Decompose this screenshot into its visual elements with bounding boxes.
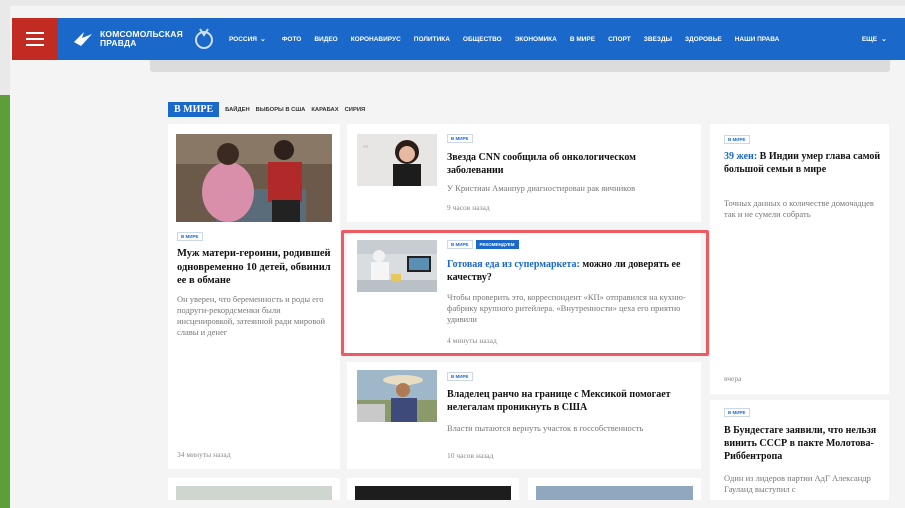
menu-button[interactable]: [12, 18, 58, 60]
side-strip: [0, 95, 10, 508]
top-navigation-bar: Комсомольская Правда Россия ⌄ Фото Видео…: [12, 18, 905, 60]
chevron-down-icon: ⌄: [259, 36, 266, 43]
article-headline[interactable]: В Бундестаге заявили, что нельзя винить …: [724, 424, 884, 463]
article-summary: Точных данных о количестве домочадцев та…: [724, 198, 874, 219]
topic-tag[interactable]: Сирия: [345, 107, 366, 113]
article-time: 34 минуты назад: [177, 450, 231, 459]
article-photo: [176, 134, 332, 222]
nav-item-society[interactable]: Общество: [463, 36, 502, 43]
article-summary: У Кристиан Аманпур диагностирован рак яи…: [447, 183, 636, 193]
nav-item-rights[interactable]: Наши права: [735, 36, 780, 43]
article-headline[interactable]: Владелец ранчо на границе с Мексикой пом…: [447, 388, 687, 414]
logo-text: Комсомольская Правда: [100, 29, 183, 48]
article-photo: [357, 370, 437, 422]
topic-tag[interactable]: Выборы в США: [256, 107, 306, 113]
svg-text:ex: ex: [363, 144, 369, 150]
site-logo[interactable]: Комсомольская Правда: [72, 28, 183, 50]
chevron-down-icon: ⌄: [881, 36, 887, 43]
headline-accent: Готовая еда из супермаркета:: [447, 259, 580, 270]
category-label[interactable]: В мире: [447, 372, 473, 381]
news-card[interactable]: В мире 39 жен: В Индии умер глава самой …: [710, 124, 889, 394]
hamburger-icon: [26, 44, 44, 46]
category-label[interactable]: В мире: [724, 135, 750, 144]
article-headline[interactable]: Звезда CNN сообщила об онкологическом за…: [447, 151, 687, 177]
topic-tag[interactable]: Карабах: [311, 107, 338, 113]
region-selector[interactable]: Россия ⌄: [229, 35, 266, 44]
article-time: 4 минуты назад: [447, 336, 497, 345]
news-card[interactable]: В мире В Бундестаге заявили, что нельзя …: [710, 400, 889, 500]
news-card-large[interactable]: В мире Муж матери-героини, родившей одно…: [168, 124, 340, 469]
section-title[interactable]: В МИРЕ: [168, 102, 220, 117]
nav-item-coronavirus[interactable]: Коронавирус: [351, 36, 401, 43]
nav-item-politics[interactable]: Политика: [414, 36, 450, 43]
more-menu-button[interactable]: Еще ⌄: [862, 18, 887, 60]
topic-tag[interactable]: Байден: [225, 107, 249, 113]
nav-item-health[interactable]: Здоровье: [685, 36, 722, 43]
category-label[interactable]: В мире: [177, 232, 203, 241]
news-card-partial[interactable]: [347, 478, 519, 500]
ad-banner-placeholder: [150, 60, 890, 72]
article-summary: Власти пытаются вернуть участок в госсоб…: [447, 423, 644, 433]
article-photo: [357, 240, 437, 292]
news-card-partial[interactable]: [168, 478, 340, 500]
nav-item-stars[interactable]: Звезды: [644, 36, 672, 43]
article-photo: ex: [357, 134, 437, 186]
article-summary: Один из лидеров партии АдГ Александр Гау…: [724, 473, 871, 494]
article-photo: [355, 486, 511, 500]
nav-item-world[interactable]: В мире: [570, 36, 595, 43]
nav-item-economy[interactable]: Экономика: [515, 36, 557, 43]
category-label[interactable]: В мире: [447, 240, 473, 249]
hamburger-icon: [26, 32, 44, 34]
article-photo: [176, 486, 332, 500]
nav-item-sport[interactable]: Спорт: [608, 36, 631, 43]
main-nav: Россия ⌄ Фото Видео Коронавирус Политика…: [229, 35, 792, 44]
headline-accent: 39 жен:: [724, 151, 758, 162]
label-row: В мире Рекомендуем: [447, 240, 519, 249]
article-time: 9 часов назад: [447, 203, 490, 212]
article-summary: Он уверен, что беременность и роды его п…: [177, 294, 326, 337]
section-header: В МИРЕ Байден Выборы в США Карабах Сирия: [168, 102, 365, 117]
label-row: В мире: [447, 134, 473, 143]
news-card[interactable]: ex В мире Звезда CNN сообщила об онколог…: [347, 124, 701, 222]
hamburger-icon: [26, 38, 44, 40]
news-card-partial[interactable]: [528, 478, 701, 500]
label-row: В мире: [447, 372, 473, 381]
article-summary: Чтобы проверить это, корреспондент «КП» …: [447, 292, 686, 324]
article-photo: [536, 486, 693, 500]
news-card-featured[interactable]: В мире Рекомендуем Готовая еда из суперм…: [347, 230, 701, 355]
recommended-badge: Рекомендуем: [475, 240, 519, 249]
nav-item-photo[interactable]: Фото: [282, 36, 301, 43]
category-label[interactable]: В мире: [724, 408, 750, 417]
category-label[interactable]: В мире: [447, 134, 473, 143]
order-medal-icon: [191, 26, 217, 52]
article-time: вчера: [724, 374, 742, 383]
article-headline[interactable]: Муж матери-героини, родившей одновременн…: [177, 247, 335, 288]
news-card[interactable]: В мире Владелец ранчо на границе с Мекси…: [347, 362, 701, 469]
article-time: 10 часов назад: [447, 451, 494, 460]
nav-item-video[interactable]: Видео: [314, 36, 337, 43]
logo-bird-icon: [72, 28, 94, 50]
article-headline[interactable]: 39 жен: В Индии умер глава самой большой…: [724, 150, 884, 176]
article-headline[interactable]: Готовая еда из супермаркета: можно ли до…: [447, 258, 687, 284]
